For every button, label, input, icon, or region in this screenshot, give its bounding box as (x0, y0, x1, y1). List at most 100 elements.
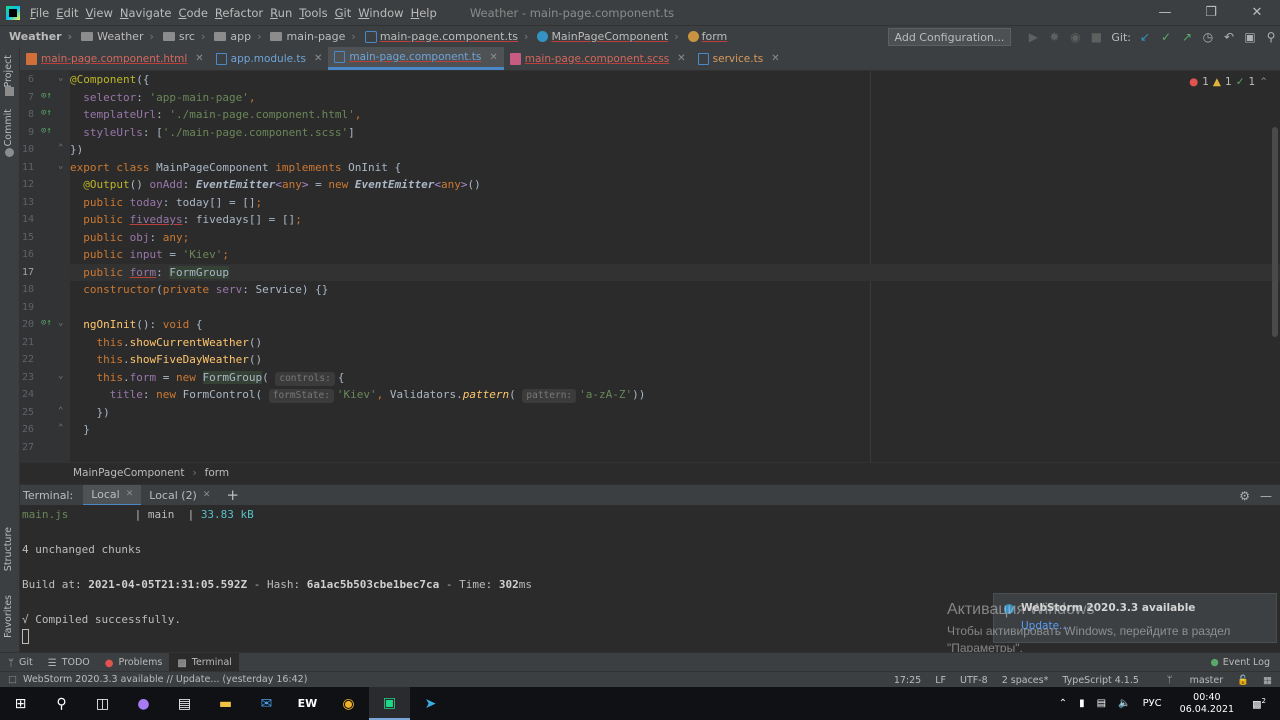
menu-refactor[interactable]: Refactor (215, 6, 270, 20)
indent-setting[interactable]: 2 spaces* (1002, 675, 1049, 686)
git-branch[interactable]: ᛘ master (1153, 675, 1223, 686)
list-icon: ☰ (47, 657, 57, 669)
menu-help[interactable]: Help (411, 6, 444, 20)
tab-service[interactable]: service.ts ✕ (692, 47, 786, 70)
menu-run[interactable]: Run (270, 6, 299, 20)
breadcrumb-file[interactable]: main-page.component.ts › (356, 30, 528, 43)
tab-main-page-ts[interactable]: main-page.component.ts ✕ (328, 47, 504, 70)
menu-view[interactable]: View (86, 6, 120, 20)
action-center-icon[interactable]: ▩2 (1252, 697, 1266, 710)
override-marker-icon[interactable]: ⊙↑ (41, 108, 52, 118)
run-icon[interactable]: ▶ (1024, 28, 1042, 46)
breadcrumb-field[interactable]: form (679, 30, 727, 43)
line-separator[interactable]: LF (935, 675, 946, 686)
stop-icon[interactable]: ■ (1087, 28, 1105, 46)
override-marker-icon[interactable]: ⊙↑ (41, 91, 52, 101)
windows-start-icon[interactable]: ⊞ (0, 687, 41, 720)
debug-icon[interactable]: ✸ (1045, 28, 1063, 46)
rollback-icon[interactable]: ↶ (1220, 28, 1238, 46)
clock[interactable]: 00:40 06.04.2021 (1180, 692, 1234, 716)
language-service[interactable]: TypeScript 4.1.5 (1062, 675, 1139, 686)
task-view-icon[interactable]: ◫ (82, 687, 123, 720)
minimize-icon[interactable]: — (1142, 0, 1188, 25)
menu-window[interactable]: Window (358, 6, 410, 20)
add-configuration-button[interactable]: Add Configuration... (887, 28, 1012, 46)
problems-tool-button[interactable]: ● Problems (97, 653, 170, 672)
search-icon[interactable]: ⚲ (1262, 28, 1280, 46)
settings-gear-icon[interactable]: ⚙ (1239, 489, 1250, 503)
chevron-up-icon[interactable]: ⌃ (1059, 698, 1067, 709)
mail-icon[interactable]: ✉ (246, 687, 287, 720)
menu-code[interactable]: Code (178, 6, 214, 20)
search-icon[interactable]: ⚲ (41, 687, 82, 720)
menu-navigate[interactable]: Navigate (120, 6, 179, 20)
keyboard-language[interactable]: РУС (1143, 698, 1162, 709)
menu-git[interactable]: Git (335, 6, 359, 20)
event-log-button[interactable]: ● Event Log (1211, 653, 1271, 672)
git-update-icon[interactable]: ↙ (1136, 28, 1154, 46)
file-encoding[interactable]: UTF-8 (960, 675, 988, 686)
close-icon[interactable]: ✕ (195, 53, 203, 64)
implement-marker-icon[interactable]: ⊙↑ (41, 318, 52, 328)
store-icon[interactable]: ▤ (164, 687, 205, 720)
close-icon[interactable]: ✕ (771, 53, 779, 64)
code-breadcrumb-class[interactable]: MainPageComponent (73, 467, 184, 479)
code-editor[interactable]: @Component({ selector: 'app-main-page', … (20, 71, 1280, 462)
chevron-up-icon[interactable]: ⌃ (1259, 76, 1268, 88)
close-icon[interactable]: ✕ (314, 53, 322, 64)
network-icon[interactable]: ▤ (1097, 698, 1106, 709)
git-tool-button[interactable]: ᛘ Git (0, 653, 40, 672)
new-terminal-plus-icon[interactable]: + (218, 486, 247, 504)
close-icon[interactable]: ✕ (1234, 0, 1280, 25)
breadcrumb-project[interactable]: Weather › (0, 30, 72, 43)
status-message[interactable]: □ WebStorm 2020.3.3 available // Update..… (8, 674, 307, 685)
git-push-icon[interactable]: ↗ (1178, 28, 1196, 46)
tab-app-module[interactable]: app.module.ts ✕ (210, 47, 329, 70)
breadcrumb-main-page[interactable]: main-page › (261, 30, 356, 43)
menu-tools[interactable]: Tools (299, 6, 334, 20)
git-commit-icon[interactable]: ✓ (1157, 28, 1175, 46)
close-icon[interactable]: ✕ (677, 53, 685, 64)
memory-icon[interactable]: ▦ (1263, 675, 1272, 686)
breadcrumb-src[interactable]: src › (154, 30, 205, 43)
close-icon[interactable]: ✕ (126, 489, 134, 499)
caret-position[interactable]: 17:25 (894, 675, 921, 686)
override-marker-icon[interactable]: ⊙↑ (41, 126, 52, 136)
project-structure-icon[interactable]: ▣ (1241, 28, 1259, 46)
tab-main-page-html[interactable]: main-page.component.html ✕ (20, 47, 210, 70)
tab-main-page-scss[interactable]: main-page.component.scss ✕ (504, 47, 692, 70)
project-tool-button[interactable]: Project (3, 55, 14, 88)
webstorm-taskbar-icon[interactable]: ▣ (369, 687, 410, 720)
todo-tool-button[interactable]: ☰ TODO (40, 653, 97, 672)
breadcrumb-weather-folder[interactable]: Weather › (72, 30, 154, 43)
breadcrumb-class[interactable]: MainPageComponent › (528, 30, 679, 43)
editor-scrollbar[interactable] (1272, 127, 1278, 337)
coverage-icon[interactable]: ◉ (1066, 28, 1084, 46)
terminal-tab-local[interactable]: Local ✕ (83, 484, 142, 506)
close-icon[interactable]: ✕ (489, 52, 497, 63)
code-breadcrumb-field[interactable]: form (205, 467, 229, 479)
structure-tool-button[interactable]: Structure (3, 527, 14, 571)
favorites-tool-button[interactable]: Favorites (3, 595, 14, 638)
commit-tool-button[interactable]: Commit (3, 109, 14, 146)
breadcrumb-app[interactable]: app › (205, 30, 261, 43)
code-area[interactable]: @Component({ selector: 'app-main-page', … (70, 71, 1280, 462)
volume-icon[interactable]: 🔈 (1118, 698, 1130, 709)
terminal-tool-button[interactable]: ▩ Terminal (169, 652, 239, 672)
ew-app-icon[interactable]: EW (287, 687, 328, 720)
usb-icon[interactable]: ▮ (1079, 698, 1085, 709)
menu-edit[interactable]: Edit (56, 6, 85, 20)
telegram-icon[interactable]: ➤ (410, 687, 451, 720)
file-explorer-icon[interactable]: ▬ (205, 687, 246, 720)
terminal-tab-local-2[interactable]: Local (2) ✕ (141, 485, 218, 506)
hide-minus-icon[interactable]: — (1260, 489, 1272, 503)
inspection-widget[interactable]: ● 1 ▲ 1 ✓ 1 ⌃ (1185, 76, 1268, 88)
close-icon[interactable]: ✕ (203, 490, 211, 500)
lock-icon[interactable]: 🔓 (1237, 675, 1249, 686)
chrome-icon[interactable]: ◉ (328, 687, 369, 720)
gutter-line: 16 (21, 249, 34, 260)
restore-icon[interactable]: ❐ (1188, 0, 1234, 25)
menu-file[interactable]: File (30, 6, 56, 20)
history-icon[interactable]: ◷ (1199, 28, 1217, 46)
cortana-icon[interactable]: ● (123, 687, 164, 720)
